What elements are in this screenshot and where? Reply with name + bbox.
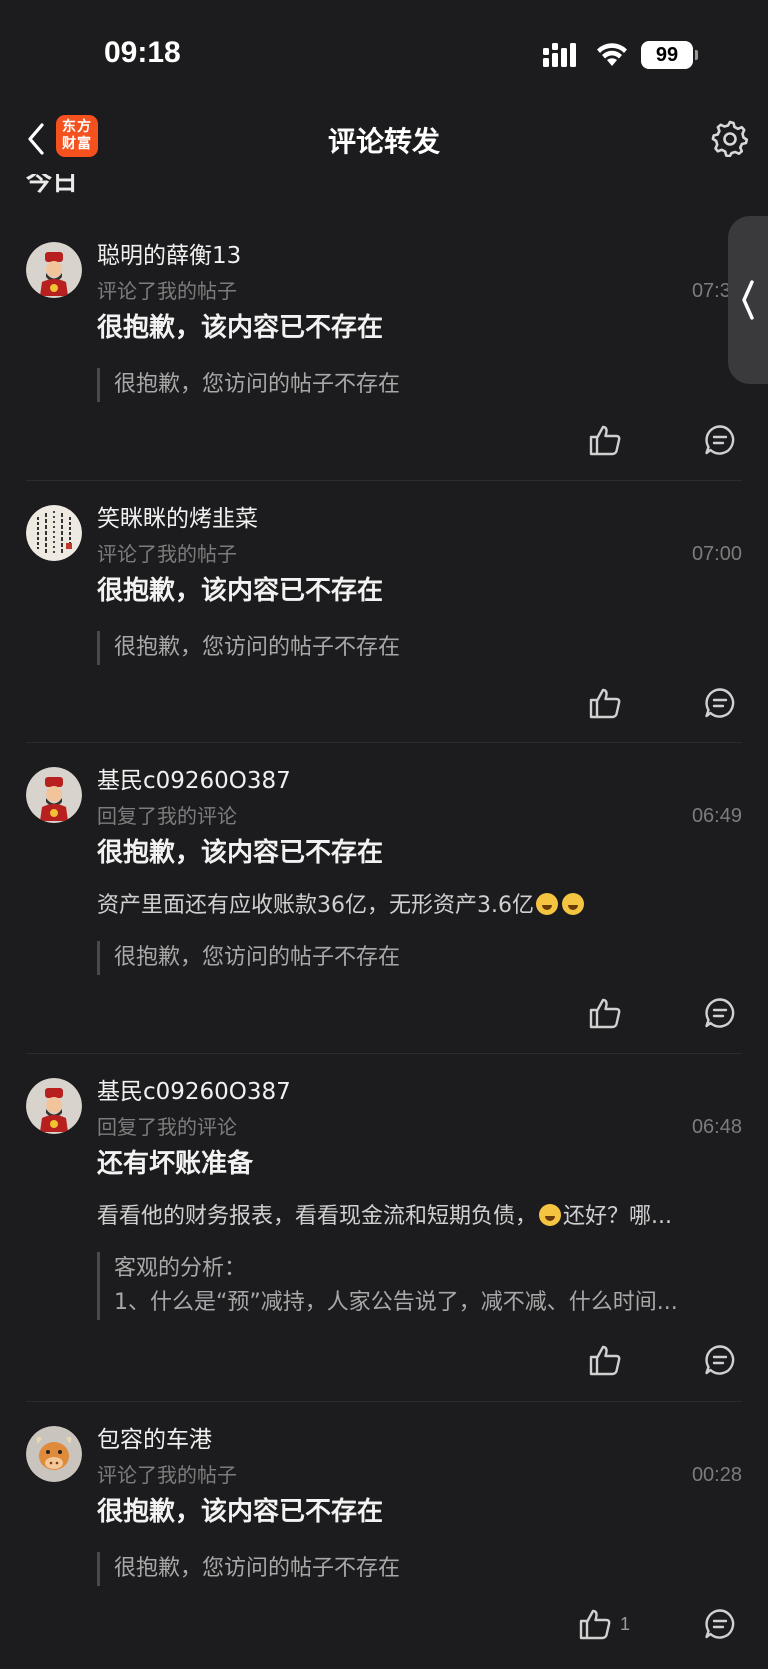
quote-text: 很抱歉，您访问的帖子不存在 [114, 635, 401, 660]
thumbs-up-icon [579, 1609, 611, 1640]
battery-indicator: 99 [641, 41, 698, 69]
gear-icon [711, 120, 749, 157]
comment-body-text-tail: 还好？哪... [563, 1204, 672, 1229]
comment-headline[interactable]: 很抱歉，该内容已不存在 [97, 1496, 383, 1528]
user-name[interactable]: 笑眯眯的烤韭菜 [97, 505, 258, 533]
like-button[interactable] [588, 1338, 630, 1382]
list-item[interactable]: 笑眯眯的烤韭菜 评论了我的帖子 07:00 很抱歉，该内容已不存在 很抱歉，您访… [26, 481, 742, 743]
status-time: 09:18 [104, 36, 181, 69]
timestamp: 00:28 [691, 1464, 742, 1486]
item-actions [542, 991, 742, 1035]
quoted-post[interactable]: 很抱歉，您访问的帖子不存在 [97, 941, 742, 975]
page-title: 评论转发 [327, 125, 440, 158]
like-button[interactable] [588, 681, 630, 725]
avatar[interactable] [26, 767, 82, 823]
logo-line-1: 东方 [62, 119, 92, 135]
item-actions [542, 418, 742, 462]
status-icons: 99 [543, 40, 698, 70]
timestamp: 07:00 [691, 543, 742, 565]
chevron-left-icon [28, 123, 44, 155]
comment-icon [705, 1609, 735, 1639]
item-actions [542, 1338, 742, 1382]
quoted-post[interactable]: 很抱歉，您访问的帖子不存在 [97, 368, 742, 402]
quote-text: 很抱歉，您访问的帖子不存在 [114, 945, 401, 970]
avatar[interactable] [26, 1078, 82, 1134]
back-button[interactable] [20, 118, 52, 160]
quoted-post[interactable]: 很抱歉，您访问的帖子不存在 [97, 631, 742, 665]
reply-button[interactable] [698, 681, 742, 725]
action-text: 评论了我的帖子 [97, 542, 237, 566]
settings-button[interactable] [708, 116, 752, 160]
reply-button[interactable] [698, 991, 742, 1035]
like-count: 1 [619, 1613, 630, 1634]
avatar[interactable] [26, 1426, 82, 1482]
logo-line-2: 财富 [62, 136, 92, 152]
user-name[interactable]: 包容的车港 [97, 1426, 212, 1454]
like-button[interactable] [588, 991, 630, 1035]
item-actions: 1 [542, 1602, 742, 1646]
action-text: 评论了我的帖子 [97, 1463, 237, 1487]
reply-button[interactable] [698, 1338, 742, 1382]
action-text: 回复了我的评论 [97, 1115, 237, 1139]
comment-body[interactable]: 看看他的财务报表，看看现金流和短期负债， 还好？哪... [97, 1202, 742, 1232]
quote-text: 很抱歉，您访问的帖子不存在 [114, 1556, 401, 1581]
comment-icon [705, 998, 735, 1028]
quoted-post[interactable]: 很抱歉，您访问的帖子不存在 [97, 1552, 742, 1586]
status-bar: 09:18 99 [0, 0, 768, 104]
like-button[interactable]: 1 [578, 1602, 630, 1646]
thumbs-up-icon [589, 998, 621, 1029]
chevron-left-icon [742, 280, 754, 320]
user-name[interactable]: 聪明的薛衡13 [97, 242, 241, 270]
user-name[interactable]: 基民c09260O387 [97, 767, 291, 795]
user-name[interactable]: 基民c09260O387 [97, 1078, 291, 1106]
list-item[interactable]: 基民c09260O387 回复了我的评论 06:49 很抱歉，该内容已不存在 资… [26, 743, 742, 1054]
thumbs-up-icon [589, 688, 621, 719]
laugh-emoji-icon [561, 893, 584, 915]
cellular-signal-icon [543, 43, 576, 67]
like-button[interactable] [588, 418, 630, 462]
nav-bar: 东方 财富 评论转发 [0, 104, 768, 174]
timestamp: 06:49 [691, 805, 742, 827]
timestamp: 06:48 [691, 1116, 742, 1138]
list-item[interactable]: 包容的车港 评论了我的帖子 00:28 很抱歉，该内容已不存在 很抱歉，您访问的… [26, 1402, 742, 1664]
list-item[interactable]: 聪明的薛衡13 评论了我的帖子 07:33 很抱歉，该内容已不存在 很抱歉，您访… [26, 218, 742, 481]
quote-text-line-2: 1、什么是“预”减持，人家公告说了，减不减、什么时间... [114, 1290, 678, 1315]
reply-button[interactable] [698, 418, 742, 462]
avatar[interactable] [26, 242, 82, 298]
quote-text-line-1: 客观的分析： [114, 1256, 247, 1281]
quoted-comment[interactable]: 客观的分析： 1、什么是“预”减持，人家公告说了，减不减、什么时间... [97, 1252, 742, 1320]
action-text: 回复了我的评论 [97, 804, 237, 828]
action-text: 评论了我的帖子 [97, 279, 237, 303]
comment-body-text: 资产里面还有应收账款36亿，无形资产3.6亿 [97, 893, 534, 918]
list-item[interactable]: 基民c09260O387 回复了我的评论 06:48 还有坏账准备 看看他的财务… [26, 1054, 742, 1402]
thumbs-up-icon [589, 1345, 621, 1376]
app-logo[interactable]: 东方 财富 [56, 115, 98, 157]
side-drawer-handle[interactable] [728, 216, 768, 384]
comment-body[interactable]: 资产里面还有应收账款36亿，无形资产3.6亿 [97, 891, 742, 921]
quote-text: 很抱歉，您访问的帖子不存在 [114, 372, 401, 397]
avatar[interactable] [26, 505, 82, 561]
comment-headline[interactable]: 还有坏账准备 [97, 1148, 253, 1180]
thumbs-up-icon [589, 425, 621, 456]
comment-icon [705, 688, 735, 718]
battery-level: 99 [641, 41, 693, 69]
comment-headline[interactable]: 很抱歉，该内容已不存在 [97, 312, 383, 344]
laugh-cry-emoji-icon [535, 893, 558, 915]
notification-list: 聪明的薛衡13 评论了我的帖子 07:33 很抱歉，该内容已不存在 很抱歉，您访… [0, 218, 768, 1664]
comment-body-text: 看看他的财务报表，看看现金流和短期负债， [97, 1204, 538, 1229]
wifi-icon [597, 43, 627, 66]
comment-icon [705, 1345, 735, 1375]
comment-icon [705, 425, 735, 455]
item-actions [542, 681, 742, 725]
battery-tip [695, 50, 698, 60]
comment-headline[interactable]: 很抱歉，该内容已不存在 [97, 837, 383, 869]
laugh-cry-emoji-icon [539, 1204, 562, 1226]
comment-headline[interactable]: 很抱歉，该内容已不存在 [97, 575, 383, 607]
reply-button[interactable] [698, 1602, 742, 1646]
